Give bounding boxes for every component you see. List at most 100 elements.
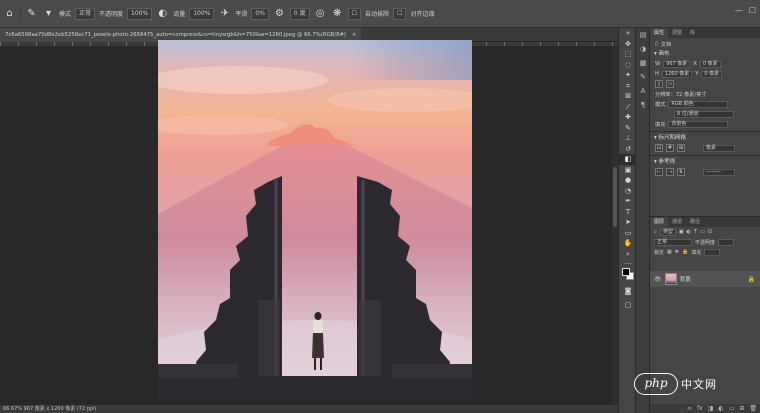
show-guides-icon[interactable]: ⊣ [666, 168, 674, 176]
blur-tool-icon[interactable]: ● [619, 175, 637, 186]
lock-pixels-icon[interactable]: ▦ [667, 249, 672, 255]
guide-color-select[interactable]: ——— [703, 168, 735, 176]
canvas-area[interactable] [0, 40, 612, 405]
zoom-tool-icon[interactable]: ⌕ [619, 249, 637, 260]
fx-icon[interactable]: fx [697, 404, 703, 413]
filter-adjust-icon[interactable]: ◐ [687, 229, 691, 235]
lock-guides-icon[interactable]: ⊢ [655, 168, 663, 176]
trash-icon[interactable]: 🗑 [749, 404, 757, 413]
pen-tool-icon[interactable]: ✒ [619, 196, 637, 207]
scrollbar-thumb[interactable] [613, 167, 617, 227]
eye-icon[interactable]: 👁 [654, 276, 662, 283]
marquee-tool-icon[interactable]: ⬚ [619, 49, 637, 60]
type-tool-icon[interactable]: T [619, 207, 637, 218]
fill-row: 填充 背景色 [650, 119, 760, 129]
document-image[interactable] [158, 40, 472, 400]
tab-channels[interactable]: 通道 [668, 217, 686, 227]
layer-fill-field[interactable] [704, 248, 721, 256]
tab-properties[interactable]: 属性 [650, 28, 669, 38]
settings-gear-icon[interactable]: ⚙ [273, 7, 286, 20]
height-field[interactable]: 1260 像素 [661, 70, 693, 78]
blend-mode-select[interactable]: 正常 [654, 238, 692, 246]
screen-mode-icon[interactable]: ▢ [619, 300, 637, 311]
tab-libraries[interactable]: 库 [686, 28, 699, 38]
filter-pixel-icon[interactable]: ▣ [679, 229, 684, 235]
filter-smart-icon[interactable]: ⊡ [708, 229, 712, 235]
color-mode-select[interactable]: RGB 颜色 [668, 100, 729, 108]
filter-type-icon[interactable]: T [694, 229, 697, 235]
hand-tool-icon[interactable]: ✋ [619, 238, 637, 249]
opacity-field[interactable]: 100% [127, 7, 153, 20]
paragraph-panel-icon[interactable]: ¶ [636, 98, 650, 112]
symmetry-butterfly-icon[interactable]: ❋ [331, 7, 344, 20]
eyedropper-tool-icon[interactable]: ⁄ [619, 102, 637, 113]
gradient-tool-icon[interactable]: ▣ [619, 165, 637, 176]
frame-tool-icon[interactable]: ⊠ [619, 91, 637, 102]
tab-adjustments[interactable]: 调整 [668, 28, 686, 38]
history-panel-icon[interactable]: ▤ [636, 28, 650, 42]
tab-paths[interactable]: 路径 [686, 217, 704, 227]
ruler-icon[interactable]: ⊡ [655, 144, 663, 152]
quick-select-tool-icon[interactable]: ✦ [619, 70, 637, 81]
width-field[interactable]: 967 像素 [663, 60, 691, 68]
landscape-icon[interactable]: ▭ [666, 80, 674, 88]
link-layers-icon[interactable]: ∞ [687, 404, 692, 413]
crop-tool-icon[interactable]: ⌗ [619, 81, 637, 92]
character-panel-icon[interactable]: A [636, 84, 650, 98]
portrait-icon[interactable]: ▯ [655, 80, 663, 88]
brush-panel-icon[interactable]: ✎ [636, 70, 650, 84]
move-tool-icon[interactable]: ✥ [619, 39, 637, 50]
y-field[interactable]: 0 像素 [701, 70, 723, 78]
x-field[interactable]: 0 像素 [699, 60, 721, 68]
dodge-tool-icon[interactable]: ◔ [619, 186, 637, 197]
angle-field[interactable]: 0 度 [289, 7, 310, 20]
fill-select[interactable]: 背景色 [668, 120, 729, 128]
filter-shape-icon[interactable]: ▭ [700, 229, 705, 235]
layer-row-background[interactable]: 👁 背景 🔒 [650, 271, 760, 287]
canvas-section-header[interactable]: ▾ 画布 [650, 50, 760, 59]
airbrush-icon[interactable]: ✈ [218, 7, 231, 20]
path-select-icon[interactable]: ➤ [619, 217, 637, 228]
guides-section-header[interactable]: ▾ 标尺和网格 [650, 134, 760, 143]
foreground-color-swatch[interactable] [622, 268, 630, 276]
tab-layers[interactable]: 图层 [650, 217, 669, 227]
align-edge-checkbox[interactable]: ☐ [393, 7, 407, 20]
group-icon[interactable]: ▭ [729, 404, 735, 413]
new-layer-icon[interactable]: ⊞ [739, 404, 744, 413]
lock-position-icon[interactable]: ✥ [675, 249, 679, 255]
adjustment-layer-icon[interactable]: ◐ [718, 404, 723, 413]
shape-tool-icon[interactable]: ▭ [619, 228, 637, 239]
healing-brush-icon[interactable]: ✚ [619, 112, 637, 123]
color-panel-icon[interactable]: ◑ [636, 42, 650, 56]
quick-mask-icon[interactable]: ◙ [619, 286, 637, 297]
clone-stamp-icon[interactable]: ⊥ [619, 133, 637, 144]
auto-erase-checkbox[interactable]: ☐ [347, 7, 362, 20]
layer-opacity-field[interactable] [718, 238, 735, 246]
pressure-size-icon[interactable]: ◎ [314, 7, 327, 20]
smoothing-field[interactable]: 0% [251, 7, 269, 20]
mode-select[interactable]: 正常 [75, 7, 96, 20]
reference-section-header[interactable]: ▾ 参考线 [650, 158, 760, 167]
swatches-panel-icon[interactable]: ▦ [636, 56, 650, 70]
eraser-tool-icon[interactable]: ✎ [25, 7, 38, 20]
lock-all-icon[interactable]: 🔒 [682, 249, 688, 255]
flow-field[interactable]: 100% [189, 7, 215, 20]
home-icon[interactable]: ⌂ [3, 7, 16, 20]
grid-icon[interactable]: # [666, 144, 674, 152]
minimize-icon[interactable]: — [735, 6, 743, 15]
brush-preset-icon[interactable]: ▾ [42, 7, 55, 20]
layer-kind-select[interactable]: 类型 [659, 228, 676, 236]
brush-tool-icon[interactable]: ✎ [619, 123, 637, 134]
maximize-icon[interactable]: ☐ [749, 6, 756, 15]
collapse-panel-icon[interactable]: » [619, 28, 637, 39]
bit-depth-select[interactable]: 8 位/通道 [674, 110, 734, 118]
pressure-opacity-icon[interactable]: ◐ [156, 7, 169, 20]
ruler-unit-select[interactable]: 像素 [703, 144, 735, 152]
smart-guides-icon[interactable]: ⇅ [677, 168, 685, 176]
layers-tabs: 图层 通道 路径 [650, 217, 760, 227]
eraser-tool-icon[interactable]: ◧ [619, 154, 637, 165]
mask-icon[interactable]: ◨ [708, 404, 714, 413]
lasso-tool-icon[interactable]: ◌ [619, 60, 637, 71]
history-brush-icon[interactable]: ↺ [619, 144, 637, 155]
guides-icon[interactable]: ⊞ [677, 144, 685, 152]
